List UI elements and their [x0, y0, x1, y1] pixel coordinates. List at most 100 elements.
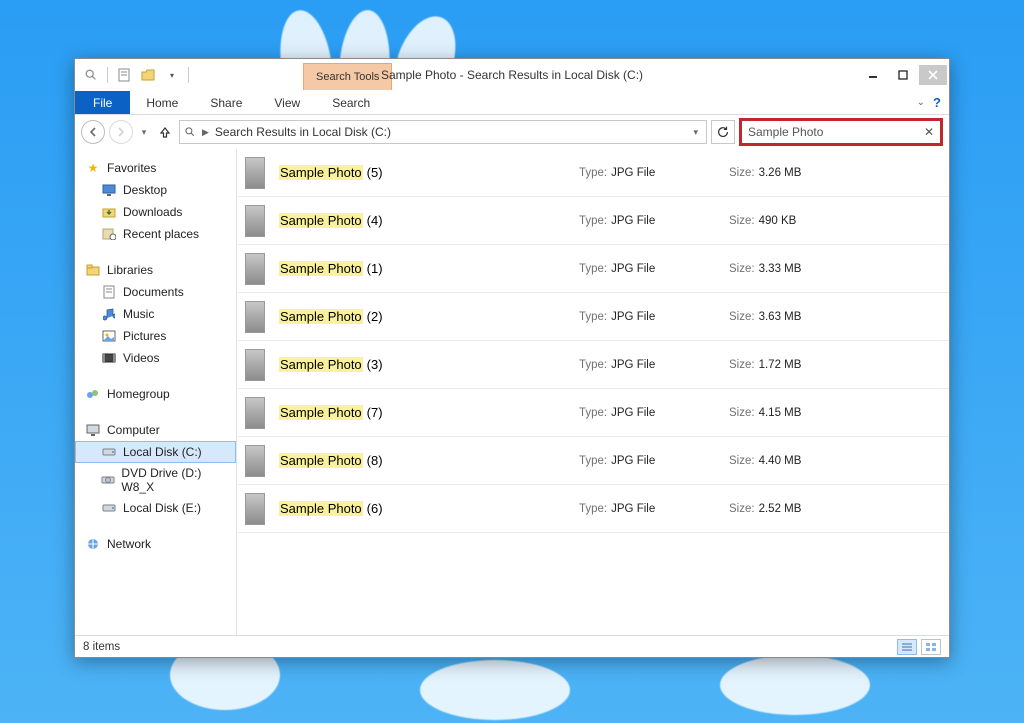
- network-header[interactable]: Network: [75, 533, 236, 555]
- type-cell: Type:JPG File: [579, 359, 729, 371]
- file-name-cell: Sample Photo (8): [279, 453, 579, 468]
- sidebar-item-downloads[interactable]: Downloads: [75, 201, 236, 223]
- star-icon: ★: [85, 160, 101, 176]
- sidebar-item-music[interactable]: Music: [75, 303, 236, 325]
- result-row[interactable]: Sample Photo (8)Type:JPG FileSize: 4.40 M…: [237, 437, 949, 485]
- refresh-button[interactable]: [711, 120, 735, 144]
- downloads-icon: [101, 204, 117, 220]
- window-title: Sample Photo - Search Results in Local D…: [75, 68, 949, 82]
- history-dropdown-icon[interactable]: ▾: [137, 127, 151, 138]
- thumbnail: [245, 349, 265, 381]
- highlighted-match: Sample Photo: [279, 453, 363, 468]
- result-row[interactable]: Sample Photo (5)Type:JPG FileSize:3.26 M…: [237, 149, 949, 197]
- type-label: Type:: [579, 455, 607, 467]
- homegroup-label: Homegroup: [107, 387, 170, 401]
- libraries-header[interactable]: Libraries: [75, 259, 236, 281]
- forward-button[interactable]: [109, 120, 133, 144]
- tab-share[interactable]: Share: [194, 91, 258, 114]
- result-row[interactable]: Sample Photo (2)Type:JPG FileSize:3.63 M…: [237, 293, 949, 341]
- maximize-button[interactable]: [889, 65, 917, 85]
- computer-group: Computer Local Disk (C:) DVD Drive (D:) W…: [75, 419, 236, 519]
- file-name-suffix: (3): [367, 357, 383, 372]
- sidebar-item-videos[interactable]: Videos: [75, 347, 236, 369]
- sidebar-item-label: Desktop: [123, 183, 167, 197]
- search-tools-contextual-tab[interactable]: Search Tools: [303, 63, 392, 90]
- thumbnail: [245, 157, 265, 189]
- size-cell: Size:490 KB: [729, 215, 889, 227]
- details-view-button[interactable]: [897, 639, 917, 655]
- homegroup-icon: [85, 386, 101, 402]
- favorites-header[interactable]: ★ Favorites: [75, 157, 236, 179]
- tab-home[interactable]: Home: [130, 91, 194, 114]
- type-cell: Type:JPG File: [579, 167, 729, 179]
- sidebar-item-recent-places[interactable]: Recent places: [75, 223, 236, 245]
- search-input[interactable]: [748, 125, 918, 139]
- result-row[interactable]: Sample Photo (4)Type:JPG FileSize:490 KB: [237, 197, 949, 245]
- highlighted-match: Sample Photo: [279, 501, 363, 516]
- size-label: Size:: [729, 263, 755, 275]
- libraries-label: Libraries: [107, 263, 153, 277]
- explorer-window: ▾ Search Tools Sample Photo - Search Res…: [74, 58, 950, 658]
- highlighted-match: Sample Photo: [279, 261, 363, 276]
- type-label: Type:: [579, 215, 607, 227]
- file-name-suffix: (4): [367, 213, 383, 228]
- type-label: Type:: [579, 263, 607, 275]
- sidebar-item-label: Local Disk (E:): [123, 501, 201, 515]
- highlighted-match: Sample Photo: [279, 357, 363, 372]
- libraries-group: Libraries DocumentsMusicPictures Videos: [75, 259, 236, 369]
- size-value: 4.40 MB: [759, 455, 802, 467]
- back-button[interactable]: [81, 120, 105, 144]
- ribbon-minimize-icon[interactable]: ⌄: [917, 97, 925, 108]
- type-cell: Type:JPG File: [579, 407, 729, 419]
- file-name-cell: Sample Photo (7): [279, 405, 579, 420]
- sidebar-item-desktop[interactable]: Desktop: [75, 179, 236, 201]
- type-cell: Type:JPG File: [579, 455, 729, 467]
- disk-icon: [101, 500, 117, 516]
- network-label: Network: [107, 537, 151, 551]
- qat-dropdown-icon[interactable]: ▾: [162, 65, 182, 85]
- homegroup-group: Homegroup: [75, 383, 236, 405]
- computer-header[interactable]: Computer: [75, 419, 236, 441]
- chevron-right-icon[interactable]: ▶: [202, 127, 209, 138]
- result-row[interactable]: Sample Photo (6)Type:JPG FileSize:2.52 M…: [237, 485, 949, 533]
- search-icon[interactable]: [81, 65, 101, 85]
- file-tab[interactable]: File: [75, 91, 130, 114]
- sidebar-item-dvd-drive-d-w8-x[interactable]: DVD Drive (D:) W8_X: [75, 463, 236, 497]
- type-label: Type:: [579, 359, 607, 371]
- result-row[interactable]: Sample Photo (3)Type:JPG FileSize:1.72 M…: [237, 341, 949, 389]
- clear-search-icon[interactable]: ✕: [924, 125, 934, 139]
- minimize-button[interactable]: [859, 65, 887, 85]
- tab-search[interactable]: Search: [316, 91, 386, 114]
- size-value: 490 KB: [759, 215, 797, 227]
- computer-label: Computer: [107, 423, 160, 437]
- sidebar-item-local-disk-c-[interactable]: Local Disk (C:): [75, 441, 236, 463]
- thumbnail: [245, 253, 265, 285]
- tab-view[interactable]: View: [258, 91, 316, 114]
- address-dropdown-icon[interactable]: ▾: [689, 127, 702, 138]
- address-bar[interactable]: ▶ Search Results in Local Disk (C:) ▾: [179, 120, 707, 144]
- sidebar-item-label: Local Disk (C:): [123, 445, 202, 459]
- favorites-group: ★ Favorites Desktop DownloadsRecent place…: [75, 157, 236, 245]
- help-icon[interactable]: ?: [933, 95, 941, 110]
- sidebar-item-local-disk-e-[interactable]: Local Disk (E:): [75, 497, 236, 519]
- navigation-bar: ▾ ▶ Search Results in Local Disk (C:) ▾ …: [75, 115, 949, 149]
- search-box[interactable]: ✕: [739, 118, 943, 146]
- result-row[interactable]: Sample Photo (1)Type:JPG FileSize:3.33 M…: [237, 245, 949, 293]
- close-button[interactable]: [919, 65, 947, 85]
- breadcrumb[interactable]: Search Results in Local Disk (C:): [215, 125, 391, 139]
- sidebar-item-label: Videos: [123, 351, 159, 365]
- computer-icon: [85, 422, 101, 438]
- size-label: Size:: [729, 455, 755, 467]
- properties-icon[interactable]: [114, 65, 134, 85]
- separator: [188, 67, 189, 83]
- thumbnails-view-button[interactable]: [921, 639, 941, 655]
- homegroup-header[interactable]: Homegroup: [75, 383, 236, 405]
- type-value: JPG File: [611, 407, 655, 419]
- sidebar-item-documents[interactable]: Documents: [75, 281, 236, 303]
- new-folder-icon[interactable]: [138, 65, 158, 85]
- size-cell: Size:3.26 MB: [729, 167, 889, 179]
- type-cell: Type:JPG File: [579, 215, 729, 227]
- sidebar-item-pictures[interactable]: Pictures: [75, 325, 236, 347]
- up-button[interactable]: [155, 122, 175, 142]
- result-row[interactable]: Sample Photo (7)Type:JPG FileSize:4.15 M…: [237, 389, 949, 437]
